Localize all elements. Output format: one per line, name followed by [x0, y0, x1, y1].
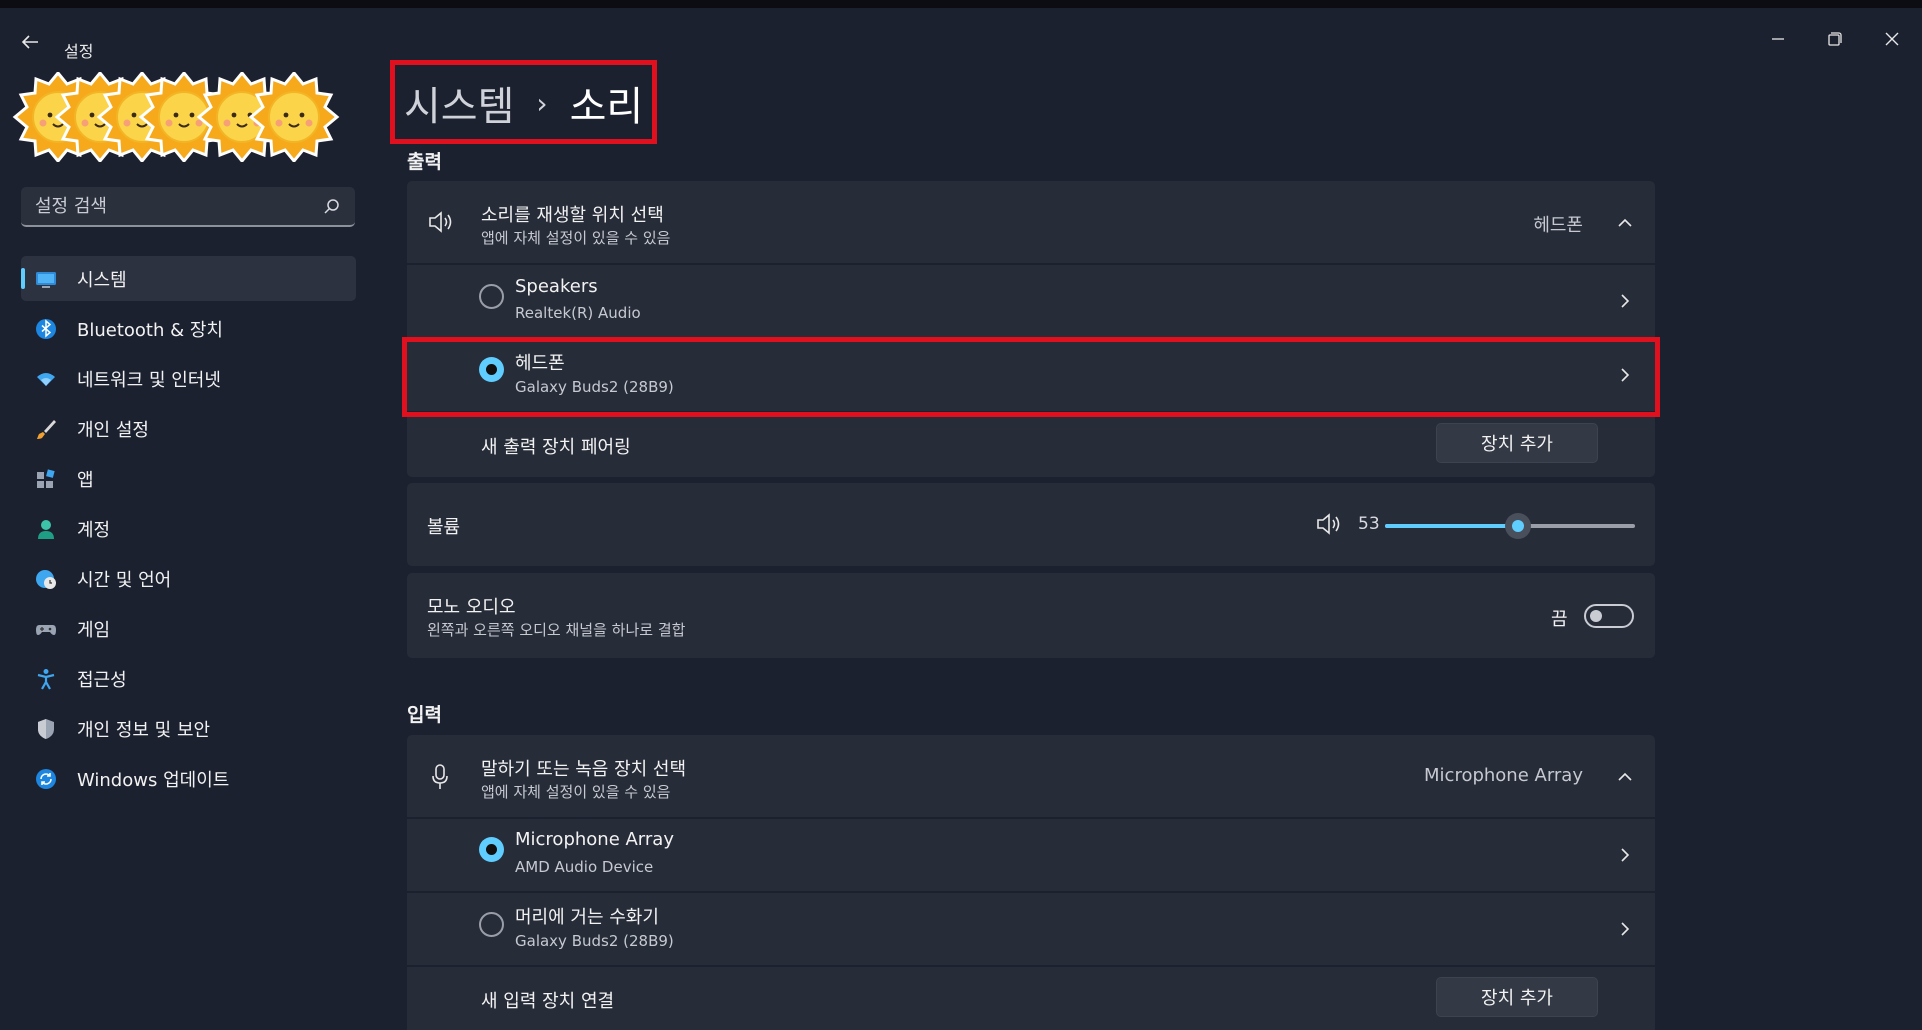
sidebar-item-label: 개인 설정 — [77, 419, 149, 441]
device-name: 머리에 거는 수화기 — [515, 907, 659, 928]
search-input[interactable] — [35, 187, 315, 225]
shield-icon — [35, 718, 57, 740]
page-title: 소리 — [569, 84, 644, 130]
search-icon[interactable] — [323, 198, 341, 216]
headset-radio[interactable] — [479, 912, 504, 937]
sidebar-item-label: 앱 — [77, 469, 94, 491]
input-device-microphone-array[interactable]: Microphone Array AMD Audio Device — [407, 819, 1655, 891]
headphones-highlight-box — [402, 337, 1660, 417]
input-device-headset[interactable]: 머리에 거는 수화기 Galaxy Buds2 (28B9) — [407, 893, 1655, 965]
pair-output-row: 새 출력 장치 페어링 장치 추가 — [407, 413, 1655, 477]
sidebar-item-label: 개인 정보 및 보안 — [77, 719, 211, 741]
output-select-title: 소리를 재생할 위치 선택 — [481, 205, 664, 226]
mono-audio-toggle[interactable] — [1584, 604, 1634, 628]
input-section-heading: 입력 — [407, 704, 442, 726]
sidebar-item-system[interactable]: 시스템 — [21, 256, 356, 301]
window-top-strip — [0, 0, 1922, 8]
sidebar-item-label: 접근성 — [77, 669, 127, 691]
device-detail: Realtek(R) Audio — [515, 304, 641, 322]
mono-audio-state: 끔 — [1551, 609, 1568, 630]
chevron-right-icon[interactable] — [1617, 293, 1633, 309]
apps-icon — [35, 468, 57, 490]
search-box[interactable] — [21, 187, 355, 227]
monitor-icon — [35, 268, 57, 290]
device-name: Speakers — [515, 276, 598, 297]
device-detail: Galaxy Buds2 (28B9) — [515, 932, 674, 950]
mono-audio-subtitle: 왼쪽과 오른쪽 오디오 채널을 하나로 결합 — [427, 621, 686, 639]
sidebar-nav: 시스템 Bluetooth & 장치 네트워크 및 인터넷 개인 설정 앱 계정 — [21, 256, 356, 806]
input-select-subtitle: 앱에 자체 설정이 있을 수 있음 — [481, 783, 671, 801]
pair-output-label: 새 출력 장치 페어링 — [481, 437, 631, 458]
microphone-array-radio[interactable] — [479, 837, 504, 862]
chevron-up-icon[interactable] — [1617, 769, 1633, 785]
brush-icon — [35, 418, 57, 440]
restore-icon[interactable] — [1814, 24, 1854, 54]
mono-audio-card: 모노 오디오 왼쪽과 오른쪽 오디오 채널을 하나로 결합 끔 — [407, 573, 1655, 658]
sidebar-item-label: Windows 업데이트 — [77, 769, 230, 791]
volume-slider-thumb[interactable] — [1504, 513, 1531, 539]
input-select-row[interactable]: 말하기 또는 녹음 장치 선택 앱에 자체 설정이 있을 수 있음 Microp… — [407, 735, 1655, 817]
sidebar-item-bluetooth[interactable]: Bluetooth & 장치 — [21, 306, 356, 351]
chevron-up-icon[interactable] — [1617, 215, 1633, 231]
speaker-icon — [429, 211, 452, 233]
sidebar-item-time-language[interactable]: 시간 및 언어 — [21, 556, 356, 601]
volume-slider-fill — [1385, 524, 1518, 528]
breadcrumb-parent[interactable]: 시스템 — [404, 74, 514, 132]
gamepad-icon — [35, 618, 57, 640]
breadcrumb-separator: › — [536, 86, 548, 120]
device-name: Microphone Array — [515, 829, 674, 850]
sidebar-item-gaming[interactable]: 게임 — [21, 606, 356, 651]
input-device-card: 말하기 또는 녹음 장치 선택 앱에 자체 설정이 있을 수 있음 Microp… — [407, 735, 1655, 1030]
input-selected-value: Microphone Array — [1424, 765, 1583, 786]
sidebar-item-label: 시스템 — [77, 269, 127, 291]
globe-clock-icon — [35, 568, 57, 590]
sidebar-item-label: 네트워크 및 인터넷 — [77, 369, 221, 391]
sidebar-item-label: Bluetooth & 장치 — [77, 319, 223, 341]
device-detail: AMD Audio Device — [515, 858, 654, 876]
speakers-radio[interactable] — [479, 284, 504, 309]
accessibility-icon — [35, 668, 57, 690]
volume-label: 볼륨 — [427, 517, 461, 538]
sidebar-item-network[interactable]: 네트워크 및 인터넷 — [21, 356, 356, 401]
sidebar-item-accessibility[interactable]: 접근성 — [21, 656, 356, 701]
mono-audio-title: 모노 오디오 — [427, 597, 516, 618]
sidebar-item-apps[interactable]: 앱 — [21, 456, 356, 501]
bluetooth-icon — [35, 318, 57, 340]
sidebar-item-privacy[interactable]: 개인 정보 및 보안 — [21, 706, 356, 751]
connect-input-row: 새 입력 장치 연결 장치 추가 — [407, 967, 1655, 1030]
sidebar-item-windows-update[interactable]: Windows 업데이트 — [21, 756, 356, 801]
output-select-row[interactable]: 소리를 재생할 위치 선택 앱에 자체 설정이 있을 수 있음 헤드폰 — [407, 181, 1655, 263]
person-icon — [35, 518, 57, 540]
sidebar-item-label: 계정 — [77, 519, 111, 541]
sidebar-item-label: 게임 — [77, 619, 111, 641]
output-device-card: 소리를 재생할 위치 선택 앱에 자체 설정이 있을 수 있음 헤드폰 Spea… — [407, 181, 1655, 477]
update-icon — [35, 768, 57, 790]
sidebar-item-personalization[interactable]: 개인 설정 — [21, 406, 356, 451]
chevron-right-icon[interactable] — [1617, 921, 1633, 937]
add-output-device-button[interactable]: 장치 추가 — [1436, 423, 1598, 463]
add-input-device-button[interactable]: 장치 추가 — [1436, 977, 1598, 1017]
output-select-subtitle: 앱에 자체 설정이 있을 수 있음 — [481, 229, 671, 247]
volume-value: 53 — [1358, 514, 1380, 534]
sidebar-item-label: 시간 및 언어 — [77, 569, 172, 591]
connect-input-label: 새 입력 장치 연결 — [481, 991, 615, 1012]
back-arrow-icon[interactable] — [18, 30, 42, 54]
wifi-icon — [35, 368, 57, 390]
input-select-title: 말하기 또는 녹음 장치 선택 — [481, 759, 687, 780]
chevron-right-icon[interactable] — [1617, 847, 1633, 863]
output-selected-value: 헤드폰 — [1533, 215, 1583, 236]
output-section-heading: 출력 — [407, 151, 442, 173]
microphone-icon — [432, 764, 448, 789]
sun-stickers-image — [13, 72, 339, 162]
volume-icon[interactable] — [1315, 511, 1341, 537]
app-title: 설정 — [64, 42, 94, 61]
close-icon[interactable] — [1872, 24, 1912, 54]
sidebar-item-accounts[interactable]: 계정 — [21, 506, 356, 551]
minimize-icon[interactable] — [1758, 24, 1798, 54]
breadcrumb: 시스템 › 소리 — [404, 74, 643, 132]
volume-slider[interactable] — [1385, 513, 1635, 539]
output-device-speakers[interactable]: Speakers Realtek(R) Audio — [407, 265, 1655, 337]
title-bar: 설정 — [0, 8, 1922, 68]
